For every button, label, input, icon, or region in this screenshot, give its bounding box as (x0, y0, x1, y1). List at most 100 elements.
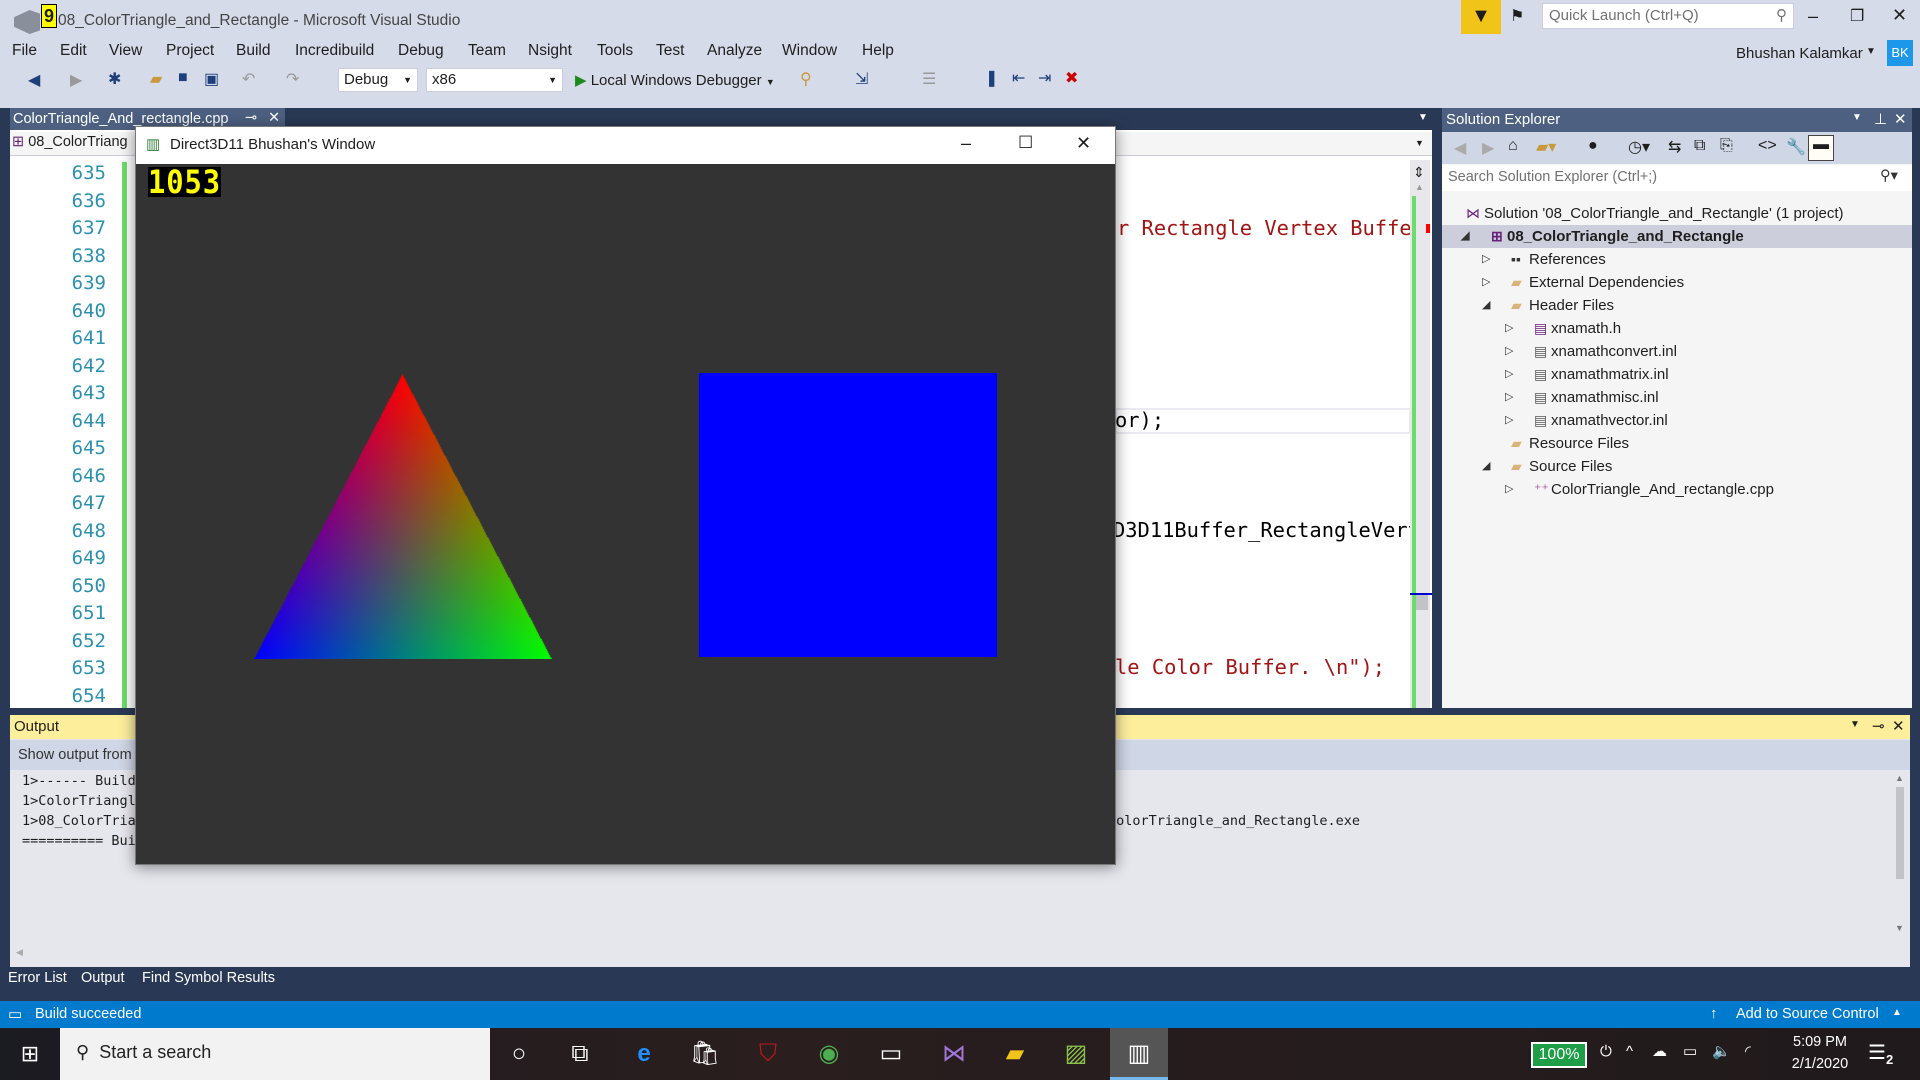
menu-test[interactable]: Test (656, 42, 684, 60)
store-icon[interactable]: 🛍 (687, 1036, 723, 1072)
show-all-files-icon[interactable]: ⎘ (1720, 137, 1733, 155)
battery-icon[interactable]: ▭ (1683, 1042, 1697, 1060)
se-search-input[interactable]: Search Solution Explorer (Ctrl+;) ⚲▾ (1442, 165, 1912, 191)
back-icon[interactable]: ◀ (1454, 138, 1466, 158)
scroll-thumb[interactable] (1896, 787, 1904, 879)
cortana-icon[interactable]: ○ (501, 1036, 537, 1072)
save-icon[interactable]: ■ (178, 69, 188, 87)
tree-item[interactable]: ▷ ▰ External Dependencies (1442, 271, 1912, 294)
output-scrollbar[interactable]: ▲ ▼ (1892, 773, 1908, 953)
expand-arrow-icon[interactable]: ▷ (1482, 271, 1490, 294)
expand-arrow-icon[interactable]: ▷ (1505, 478, 1513, 501)
close-button[interactable]: ✕ (1892, 5, 1907, 26)
active-app-button[interactable]: ▥ (1110, 1028, 1168, 1080)
tree-item[interactable]: ▷ ▤ xnamathvector.inl (1442, 409, 1912, 432)
tab-find-symbol-results[interactable]: Find Symbol Results (142, 970, 275, 986)
user-dropdown-icon[interactable]: ▼ (1866, 46, 1876, 57)
tree-item[interactable]: ◢ ⊞ 08_ColorTriangle_and_Rectangle (1442, 225, 1912, 248)
d3d-maximize-button[interactable]: ☐ (1018, 133, 1033, 153)
expand-arrow-icon[interactable]: ▷ (1505, 317, 1513, 340)
menu-edit[interactable]: Edit (60, 42, 87, 60)
clear-bookmarks-icon[interactable]: ✖ (1065, 68, 1078, 88)
split-icon[interactable]: ⇕ (1413, 164, 1425, 181)
comment-icon[interactable]: ☰ (922, 69, 936, 89)
minimize-button[interactable]: – (1808, 6, 1818, 27)
undo-icon[interactable]: ↶ (242, 69, 255, 89)
filter-icon[interactable]: ▼ (1461, 0, 1501, 34)
menu-analyze[interactable]: Analyze (707, 42, 762, 60)
expand-arrow-icon[interactable]: ▷ (1505, 409, 1513, 432)
collapse-arrow-icon[interactable]: ◢ (1482, 294, 1490, 317)
next-bookmark-icon[interactable]: ⇥ (1038, 68, 1051, 88)
start-debugger-button[interactable]: ▶ Local Windows Debugger ▼ (575, 68, 775, 92)
task-view-icon[interactable]: ⧉ (562, 1036, 598, 1072)
menu-view[interactable]: View (109, 42, 142, 60)
menu-nsight[interactable]: Nsight (528, 42, 572, 60)
nav-project-dropdown[interactable]: ⊞ 08_ColorTriang (12, 134, 128, 150)
file-explorer-icon[interactable]: ▰ (997, 1036, 1033, 1072)
clock-time[interactable]: 5:09 PM (1785, 1034, 1855, 1050)
collapse-arrow-icon[interactable]: ◢ (1461, 225, 1469, 248)
menu-debug[interactable]: Debug (398, 42, 444, 60)
menu-project[interactable]: Project (166, 42, 214, 60)
pin-icon[interactable]: ⊸ (245, 110, 257, 126)
output-hscrollbar[interactable]: ◀ (16, 947, 23, 958)
forward-icon[interactable]: ▶ (70, 70, 82, 90)
menu-help[interactable]: Help (862, 42, 894, 60)
tree-item[interactable]: ◢ ▰ Header Files (1442, 294, 1912, 317)
clock-date[interactable]: 2/1/2020 (1780, 1056, 1860, 1072)
find-icon[interactable]: ⚲ (800, 69, 812, 89)
show-hidden-icons[interactable]: ^ (1626, 1043, 1633, 1060)
forward-icon[interactable]: ▶ (1482, 138, 1494, 158)
output-close-icon[interactable]: ✕ (1892, 717, 1905, 735)
tab-error-list[interactable]: Error List (8, 970, 67, 986)
bookmark-icon[interactable]: ❚ (985, 68, 998, 88)
config-dropdown[interactable]: Debug ▼ (338, 68, 418, 92)
visual-studio-icon[interactable]: ⋈ (936, 1036, 972, 1072)
pending-changes-icon[interactable]: ◷▾ (1628, 137, 1650, 157)
action-center-icon[interactable]: ☰ (1868, 1040, 1886, 1065)
tree-item[interactable]: ▷ ▤ xnamathconvert.inl (1442, 340, 1912, 363)
tree-item[interactable]: ▰ Resource Files (1442, 432, 1912, 455)
menu-incredibuild[interactable]: Incredibuild (295, 42, 374, 60)
switch-views-icon[interactable]: ▰▾ (1536, 137, 1556, 157)
home-icon[interactable]: ⌂ (1508, 137, 1518, 155)
collapse-arrow-icon[interactable]: ◢ (1482, 455, 1490, 478)
vertical-scrollbar[interactable]: ⇕ ▲ (1410, 160, 1432, 708)
menu-build[interactable]: Build (236, 42, 270, 60)
feedback-icon[interactable]: ⚑ (1510, 6, 1524, 26)
back-icon[interactable]: ◀ (28, 70, 40, 90)
code-view-icon[interactable]: <> (1758, 137, 1777, 155)
nav-dropdown-icon[interactable]: ▼ (1415, 138, 1424, 148)
expand-arrow-icon[interactable]: ▷ (1505, 363, 1513, 386)
tree-item[interactable]: ▷ ▤ xnamath.h (1442, 317, 1912, 340)
tab-overflow-icon[interactable]: ▼ (1418, 112, 1428, 123)
chrome-icon[interactable]: ◉ (811, 1036, 847, 1072)
user-name[interactable]: Bhushan Kalamkar (1736, 45, 1863, 62)
tab-close-icon[interactable]: ✕ (268, 110, 280, 126)
restore-button[interactable]: ❐ (1850, 6, 1864, 26)
scroll-up-icon[interactable]: ▲ (1415, 182, 1424, 192)
menu-team[interactable]: Team (468, 42, 506, 60)
onedrive-icon[interactable]: ☁ (1652, 1042, 1667, 1060)
tree-item[interactable]: ▷ ▪▪ References (1442, 248, 1912, 271)
save-all-icon[interactable]: ▣ (204, 69, 219, 89)
sync-icon[interactable]: ⇆ (1668, 137, 1681, 157)
new-project-icon[interactable]: ✱ (108, 69, 121, 89)
app-icon[interactable]: ▨ (1058, 1036, 1094, 1072)
wifi-icon[interactable]: ◜ (1745, 1042, 1751, 1060)
se-dropdown-icon[interactable]: ▼ (1852, 112, 1862, 123)
d3d-close-button[interactable]: ✕ (1076, 133, 1091, 154)
se-close-icon[interactable]: ✕ (1894, 110, 1907, 128)
menu-file[interactable]: File (12, 42, 37, 60)
output-pin-icon[interactable]: ⊸ (1872, 717, 1885, 735)
menu-window[interactable]: Window (782, 42, 837, 60)
collapse-all-icon[interactable]: ⧉ (1694, 137, 1705, 155)
volume-icon[interactable]: 🔈 (1712, 1042, 1731, 1060)
terminal-icon[interactable]: ▭ (873, 1036, 909, 1072)
prev-bookmark-icon[interactable]: ⇤ (1012, 68, 1025, 88)
expand-arrow-icon[interactable]: ▷ (1505, 340, 1513, 363)
scroll-thumb[interactable] (1416, 594, 1428, 610)
redo-icon[interactable]: ↷ (286, 69, 299, 89)
battery-indicator[interactable]: 100% (1531, 1042, 1587, 1068)
